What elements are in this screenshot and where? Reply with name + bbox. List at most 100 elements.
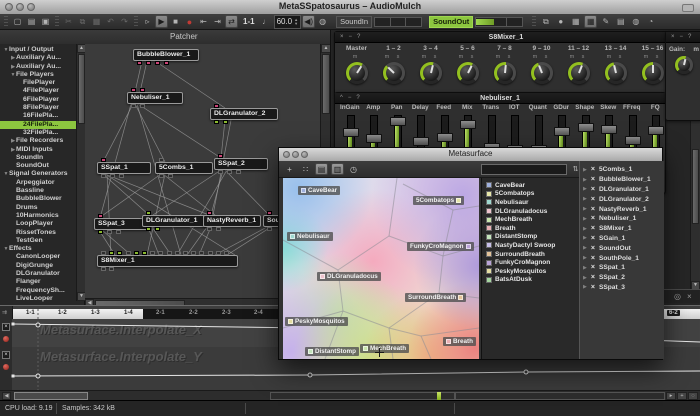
metasurface-titlebar[interactable]: Metasurface — [279, 148, 662, 162]
patch-port-dark[interactable] — [227, 170, 232, 174]
loop-end-badge[interactable]: 6-2 — [667, 310, 680, 316]
tree-item[interactable]: 8FilePlayer — [0, 104, 84, 112]
snapshot-list-item[interactable]: DLGranuladocus — [482, 207, 579, 216]
tree-item[interactable]: 24FilePla... — [0, 121, 84, 129]
slider-handle[interactable] — [343, 128, 359, 137]
snapshot-surface-label[interactable]: CaveBear — [298, 186, 340, 195]
snapshot-list-item[interactable]: CaveBear — [482, 181, 579, 190]
tree-item[interactable]: ▼ File Players — [0, 71, 84, 79]
gain-mono-label[interactable]: m — [693, 46, 699, 53]
patch-port-pink[interactable] — [146, 61, 151, 65]
tree-item[interactable]: TestGen — [0, 237, 84, 245]
close-panel-icon[interactable]: × — [687, 292, 692, 301]
tree-item[interactable]: BubbleBlower — [0, 195, 84, 203]
patch-port-green[interactable] — [117, 251, 122, 255]
lane-y-record-icon[interactable] — [3, 364, 9, 370]
patch-node[interactable]: SSpat_1 — [97, 162, 151, 174]
scroll-left-icon[interactable]: ◀ — [2, 392, 11, 400]
patcher-window-icon[interactable]: ⧉ — [539, 15, 552, 28]
redo-icon[interactable]: ↷ — [118, 15, 131, 28]
automation-menu-icon[interactable]: ⇉ — [2, 309, 7, 316]
channel-gain-knob[interactable] — [457, 62, 479, 84]
metronome-icon[interactable]: ♩ — [260, 15, 273, 28]
tree-item[interactable]: ▼ Input / Output — [0, 46, 84, 54]
patch-port-dark[interactable] — [183, 251, 188, 255]
tree-item[interactable]: FrequencySh... — [0, 287, 84, 295]
exclude-icon[interactable]: × — [591, 264, 595, 271]
mixer-window-icon[interactable]: ▦ — [584, 15, 597, 28]
patch-port-dark[interactable] — [216, 227, 221, 231]
patch-port-dark[interactable] — [109, 267, 114, 271]
mute-solo-labels[interactable]: m s — [523, 54, 560, 61]
patch-port-pink[interactable] — [267, 211, 272, 215]
patch-port-dark[interactable] — [218, 170, 223, 174]
nebuliser-panel-header[interactable]: ^ − ? Nebuliser_1 — [335, 93, 665, 104]
tree-item[interactable]: RissetTones — [0, 229, 84, 237]
patch-port-dark[interactable] — [224, 251, 229, 255]
patch-port-dark[interactable] — [199, 251, 204, 255]
play-small-icon[interactable]: ▸ — [666, 392, 676, 400]
expand-triangle-icon[interactable]: ▶ — [583, 206, 587, 212]
patch-port-pink[interactable] — [155, 61, 160, 65]
tree-scroll-thumb[interactable] — [78, 54, 85, 124]
rewind-button[interactable]: ⇤ — [197, 15, 210, 28]
patch-node[interactable]: DLGranulator_1 — [142, 215, 208, 227]
patch-port-dark[interactable] — [101, 251, 106, 255]
lane-x-enable-checkbox[interactable]: × — [2, 323, 10, 331]
snapshot-surface-label[interactable]: Breath — [443, 337, 476, 346]
mute-solo-labels[interactable]: m s — [560, 54, 597, 61]
expand-triangle-icon[interactable]: ▶ — [583, 226, 587, 232]
tree-item[interactable]: 6FilePlayer — [0, 96, 84, 104]
toolbar-handle[interactable] — [4, 16, 8, 28]
close-panel-icon[interactable]: × — [671, 34, 675, 40]
expand-triangle-icon[interactable]: ▶ — [583, 167, 587, 173]
open-file-icon[interactable]: ▤ — [25, 15, 38, 28]
snapshot-surface-label[interactable]: DistantStomp — [305, 347, 359, 356]
speaker-icon[interactable]: ◀) — [302, 15, 315, 28]
exclude-icon[interactable]: × — [591, 196, 595, 203]
channel-gain-knob[interactable] — [568, 62, 590, 84]
patch-port-green[interactable] — [146, 227, 151, 231]
patch-port-pink[interactable] — [131, 88, 136, 92]
mute-solo-labels[interactable]: m s — [449, 54, 486, 61]
timeline-scroll-thumb[interactable] — [14, 392, 88, 400]
exclude-icon[interactable]: × — [591, 245, 595, 252]
expand-triangle-icon[interactable]: ▶ — [583, 284, 587, 290]
tree-item[interactable]: Bassline — [0, 187, 84, 195]
slider-handle[interactable] — [437, 133, 453, 142]
channel-gain-knob[interactable] — [383, 62, 405, 84]
add-snapshot-icon[interactable]: + — [283, 163, 296, 175]
expand-triangle-icon[interactable]: ▶ — [583, 255, 587, 261]
snapshot-surface-label[interactable]: Nebulisaur — [287, 232, 333, 241]
mute-solo-labels[interactable]: m s — [597, 54, 634, 61]
soundout-meter[interactable]: SoundOut — [429, 16, 523, 28]
contraption-list-item[interactable]: ▶ × SSpat_1 — [580, 263, 664, 273]
cue-play-icon[interactable]: ▹ — [141, 15, 154, 28]
tree-item[interactable]: 10Harmonics — [0, 212, 84, 220]
tree-item[interactable]: CanonLooper — [0, 253, 84, 261]
patch-port-dark[interactable] — [101, 174, 106, 178]
patch-port-dark[interactable] — [159, 158, 164, 162]
patch-port-green[interactable] — [146, 211, 151, 215]
patch-node[interactable]: SSpat_2 — [214, 158, 268, 170]
mute-solo-labels[interactable]: m s — [412, 54, 449, 61]
patch-port-green[interactable] — [223, 120, 228, 124]
tree-item[interactable]: ▶ Auxiliary Au... — [0, 54, 84, 62]
mute-solo-labels[interactable]: m s — [486, 54, 523, 61]
monitor-icon[interactable]: ◍ — [316, 15, 329, 28]
stop-button[interactable]: ■ — [169, 15, 182, 28]
exclude-icon[interactable]: × — [591, 255, 595, 262]
slider-handle[interactable] — [601, 125, 617, 134]
patch-port-green[interactable] — [155, 227, 160, 231]
tree-item[interactable]: SoundOut — [0, 162, 84, 170]
lane-x-record-icon[interactable] — [3, 336, 9, 342]
loop-button[interactable]: ⇄ — [225, 15, 238, 28]
tree-item[interactable]: Arpeggiator — [0, 179, 84, 187]
target-icon[interactable]: ◎ — [674, 292, 681, 301]
tree-item[interactable]: ▶ File Recorders — [0, 137, 84, 145]
record-button[interactable]: ● — [183, 15, 196, 28]
tree-item[interactable]: 4FilePlayer — [0, 87, 84, 95]
contraption-list-item[interactable]: ▶ × SSpat_3 — [580, 283, 664, 293]
contraption-list-item[interactable]: ▶ × SoundOut — [580, 243, 664, 253]
exclude-icon[interactable]: × — [591, 206, 595, 213]
